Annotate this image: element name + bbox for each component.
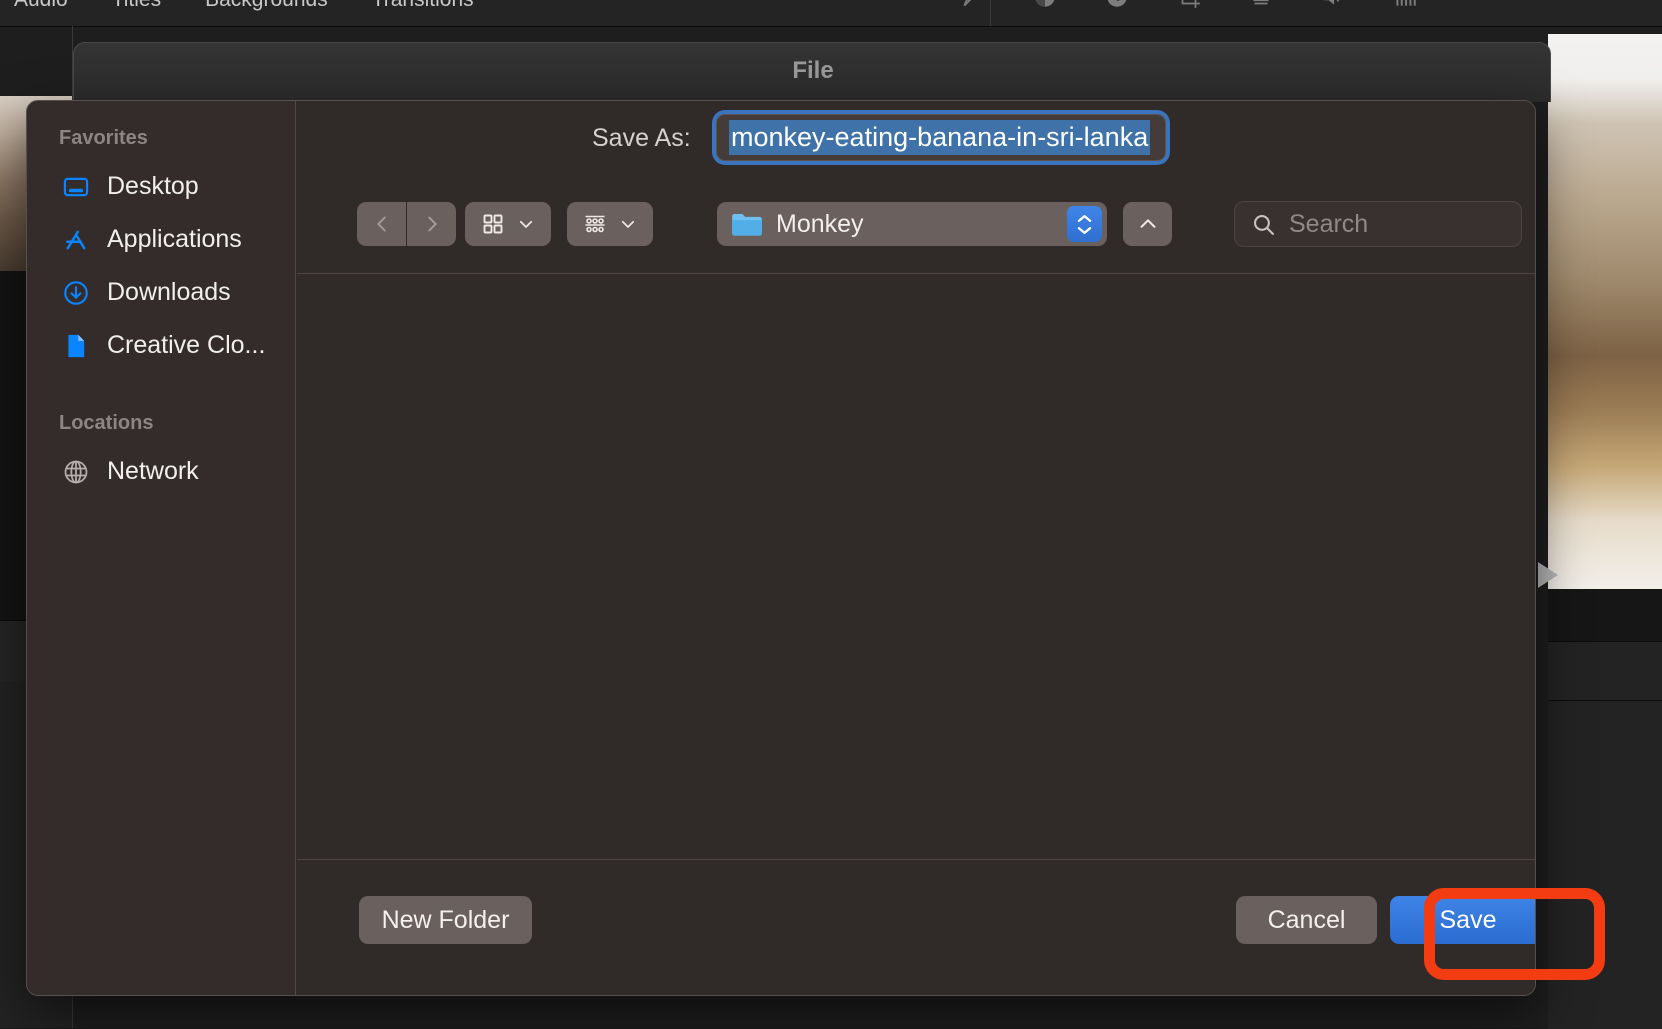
dialog-footer: New Folder Cancel Save (297, 860, 1535, 973)
save-button[interactable]: Save (1390, 896, 1535, 944)
new-folder-button[interactable]: New Folder (359, 896, 532, 944)
app-adjust-toolbar (960, 0, 1418, 15)
equalizer-icon[interactable] (1392, 0, 1418, 15)
sidebar-item-label: Downloads (107, 278, 231, 306)
current-folder-popup[interactable]: Monkey (717, 202, 1107, 246)
search-icon (1254, 214, 1274, 235)
search-placeholder: Search (1289, 209, 1369, 238)
go-up-button[interactable] (1123, 202, 1172, 246)
chevron-down-icon (621, 220, 635, 228)
file-window-titlebar: File (73, 42, 1551, 102)
save-as-label: Save As: (592, 124, 691, 152)
chevron-left-icon (376, 216, 386, 232)
screen: Audio Titles Backgrounds Transitions (0, 0, 1662, 1029)
save-as-input[interactable]: monkey-eating-banana-in-sri-lanka (716, 114, 1166, 161)
file-list[interactable] (297, 274, 1535, 859)
sidebar-item-label: Desktop (107, 172, 199, 200)
downloads-icon (61, 278, 91, 308)
sidebar-item-network[interactable]: Network (27, 445, 295, 498)
sidebar-item-label: Creative Clo... (107, 331, 266, 359)
list-group-icon (585, 215, 605, 233)
applications-icon (61, 225, 91, 255)
search-field[interactable]: Search (1234, 201, 1522, 247)
back-button[interactable] (357, 202, 406, 246)
save-as-value: monkey-eating-banana-in-sri-lanka (729, 120, 1151, 155)
play-icon[interactable] (1538, 562, 1558, 588)
sidebar-item-label: Network (107, 457, 199, 485)
sidebar-item-creative-cloud[interactable]: Creative Clo... (27, 319, 295, 372)
tab-audio[interactable]: Audio (14, 0, 68, 12)
window-title: File (792, 57, 834, 84)
sidebar-group-favorites-title: Favorites (59, 127, 148, 149)
sidebar-group-locations-title: Locations (59, 412, 154, 434)
tab-backgrounds[interactable]: Backgrounds (205, 0, 328, 12)
tab-transitions[interactable]: Transitions (372, 0, 474, 12)
chevron-down-icon (519, 220, 533, 228)
dialog-main: Save As: monkey-eating-banana-in-sri-lan… (297, 101, 1535, 995)
save-dialog: Favorites Desktop Applications Downloads… (26, 100, 1536, 996)
save-as-row: Save As: monkey-eating-banana-in-sri-lan… (297, 101, 1535, 189)
magic-wand-icon[interactable] (960, 0, 986, 15)
chevron-up-icon (1140, 219, 1155, 228)
color-correction-icon[interactable] (1104, 0, 1130, 15)
sidebar-item-label: Applications (107, 225, 242, 253)
color-balance-icon[interactable] (1032, 0, 1058, 15)
volume-icon[interactable] (1320, 0, 1346, 15)
globe-icon (61, 457, 91, 487)
app-media-tabs-bar: Audio Titles Backgrounds Transitions (0, 0, 1662, 27)
background-right-divider (1548, 700, 1662, 701)
dialog-sidebar: Favorites Desktop Applications Downloads… (27, 101, 296, 995)
chevron-up-icon (1077, 214, 1092, 222)
stabilization-icon[interactable] (1248, 0, 1274, 15)
chevron-right-icon (427, 216, 437, 232)
sidebar-item-downloads[interactable]: Downloads (27, 266, 295, 319)
background-video-preview (1548, 34, 1662, 589)
grid-view-icon (483, 214, 503, 234)
folder-stepper[interactable] (1067, 206, 1102, 242)
crop-icon[interactable] (1176, 0, 1202, 15)
document-icon (61, 331, 91, 361)
chevron-down-icon (1077, 226, 1092, 234)
desktop-icon (61, 172, 91, 202)
group-options-button[interactable] (567, 202, 653, 246)
dialog-toolbar: Monkey Search (297, 189, 1535, 273)
current-folder-name: Monkey (776, 209, 864, 238)
forward-button[interactable] (407, 202, 456, 246)
view-options-button[interactable] (465, 202, 551, 246)
folder-icon (732, 213, 762, 236)
cancel-button[interactable]: Cancel (1236, 896, 1377, 944)
sidebar-item-applications[interactable]: Applications (27, 213, 295, 266)
sidebar-item-desktop[interactable]: Desktop (27, 160, 295, 213)
tab-titles[interactable]: Titles (112, 0, 161, 12)
